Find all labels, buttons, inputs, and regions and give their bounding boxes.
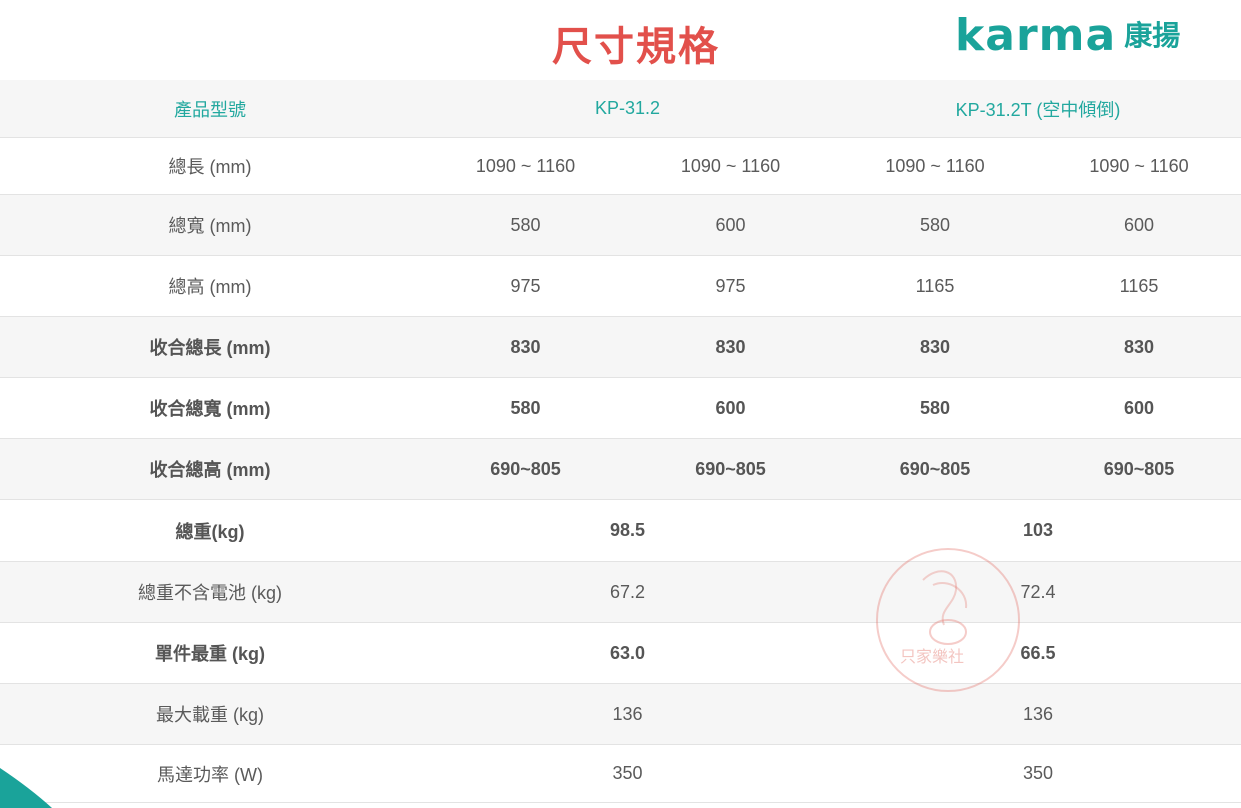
cell-value: 63.0 [609, 642, 646, 663]
table-row: 收合總寬 (mm) 580 600 580 600 [0, 378, 1241, 439]
cell-value: 975 [510, 275, 541, 296]
row-label: 總寬 (mm) [168, 216, 252, 236]
cell-value: 1090 ~ 1160 [885, 155, 985, 176]
cell-value: 580 [919, 397, 951, 418]
brand-logo: karma 康揚 [955, 14, 1180, 58]
row-label: 最大載重 (kg) [156, 705, 264, 725]
table-row: 總重不含電池 (kg) 67.2 72.4 [0, 562, 1241, 623]
row-label: 總重不含電池 (kg) [138, 583, 282, 603]
cell-value: 690~805 [899, 458, 971, 479]
cell-value: 580 [510, 214, 541, 235]
cell-value: 600 [715, 397, 746, 418]
cell-value: 98.5 [609, 520, 646, 540]
row-label: 收合總寬 (mm) [149, 399, 271, 419]
table-row: 收合總高 (mm) 690~805 690~805 690~805 690~80… [0, 439, 1241, 500]
cell-value: 350 [612, 763, 643, 783]
cell-value: 103 [1022, 520, 1054, 540]
row-label: 單件最重 (kg) [155, 644, 265, 664]
cell-value: 690~805 [695, 458, 766, 479]
cell-value: 66.5 [1020, 642, 1056, 663]
cell-value: 830 [715, 336, 746, 357]
spec-table: 產品型號 KP-31.2 KP-31.2T (空中傾倒) 總長 (mm) 109… [0, 80, 1241, 803]
cell-value: 136 [1022, 703, 1054, 724]
cell-value: 1090 ~ 1160 [680, 155, 781, 176]
cell-value: 136 [612, 703, 643, 724]
row-label: 收合總高 (mm) [149, 460, 271, 480]
cell-value: 600 [715, 214, 746, 235]
cell-value: 600 [1123, 214, 1155, 235]
cell-value: 1090 ~ 1160 [475, 155, 576, 176]
cell-value: 72.4 [1020, 581, 1056, 602]
cell-value: 690~805 [1103, 458, 1175, 479]
row-label: 總重(kg) [175, 521, 245, 542]
row-label: 馬達功率 (W) [157, 764, 263, 785]
table-row: 總重(kg) 98.5 103 [0, 500, 1241, 562]
cell-value: 830 [510, 336, 541, 357]
cell-value: 1165 [915, 275, 955, 296]
table-row: 最大載重 (kg) 136 136 [0, 684, 1241, 745]
table-row: 總高 (mm) 975 975 1165 1165 [0, 256, 1241, 317]
header-model-a: KP-31.2 [594, 98, 661, 118]
table-row: 單件最重 (kg) 63.0 66.5 [0, 623, 1241, 684]
table-row: 馬達功率 (W) 350 350 [0, 745, 1241, 803]
row-label: 總長 (mm) [168, 157, 252, 177]
table-row: 總寬 (mm) 580 600 580 600 [0, 195, 1241, 256]
table-row: 總長 (mm) 1090 ~ 1160 1090 ~ 1160 1090 ~ 1… [0, 138, 1241, 195]
cell-value: 830 [1123, 336, 1155, 357]
cell-value: 600 [1123, 397, 1155, 418]
header-label: 產品型號 [174, 99, 246, 120]
table-header-row: 產品型號 KP-31.2 KP-31.2T (空中傾倒) [0, 80, 1241, 138]
cell-value: 580 [919, 214, 951, 235]
header-model-b: KP-31.2T (空中傾倒) [955, 99, 1121, 120]
table-row: 收合總長 (mm) 830 830 830 830 [0, 317, 1241, 378]
cell-value: 67.2 [609, 581, 646, 602]
brand-name: karma [955, 10, 1117, 61]
row-label: 收合總長 (mm) [149, 338, 271, 358]
cell-value: 830 [919, 336, 951, 357]
cell-value: 1090 ~ 1160 [1089, 155, 1189, 176]
cell-value: 350 [1022, 763, 1054, 783]
row-label: 總高 (mm) [168, 277, 252, 297]
cell-value: 975 [715, 275, 746, 296]
corner-decoration-icon [0, 768, 52, 808]
cell-value: 580 [510, 397, 541, 418]
brand-cn-name: 康揚 [1124, 19, 1181, 52]
page-title: 尺寸規格 [552, 24, 720, 70]
cell-value: 690~805 [490, 458, 561, 479]
cell-value: 1165 [1119, 275, 1159, 296]
